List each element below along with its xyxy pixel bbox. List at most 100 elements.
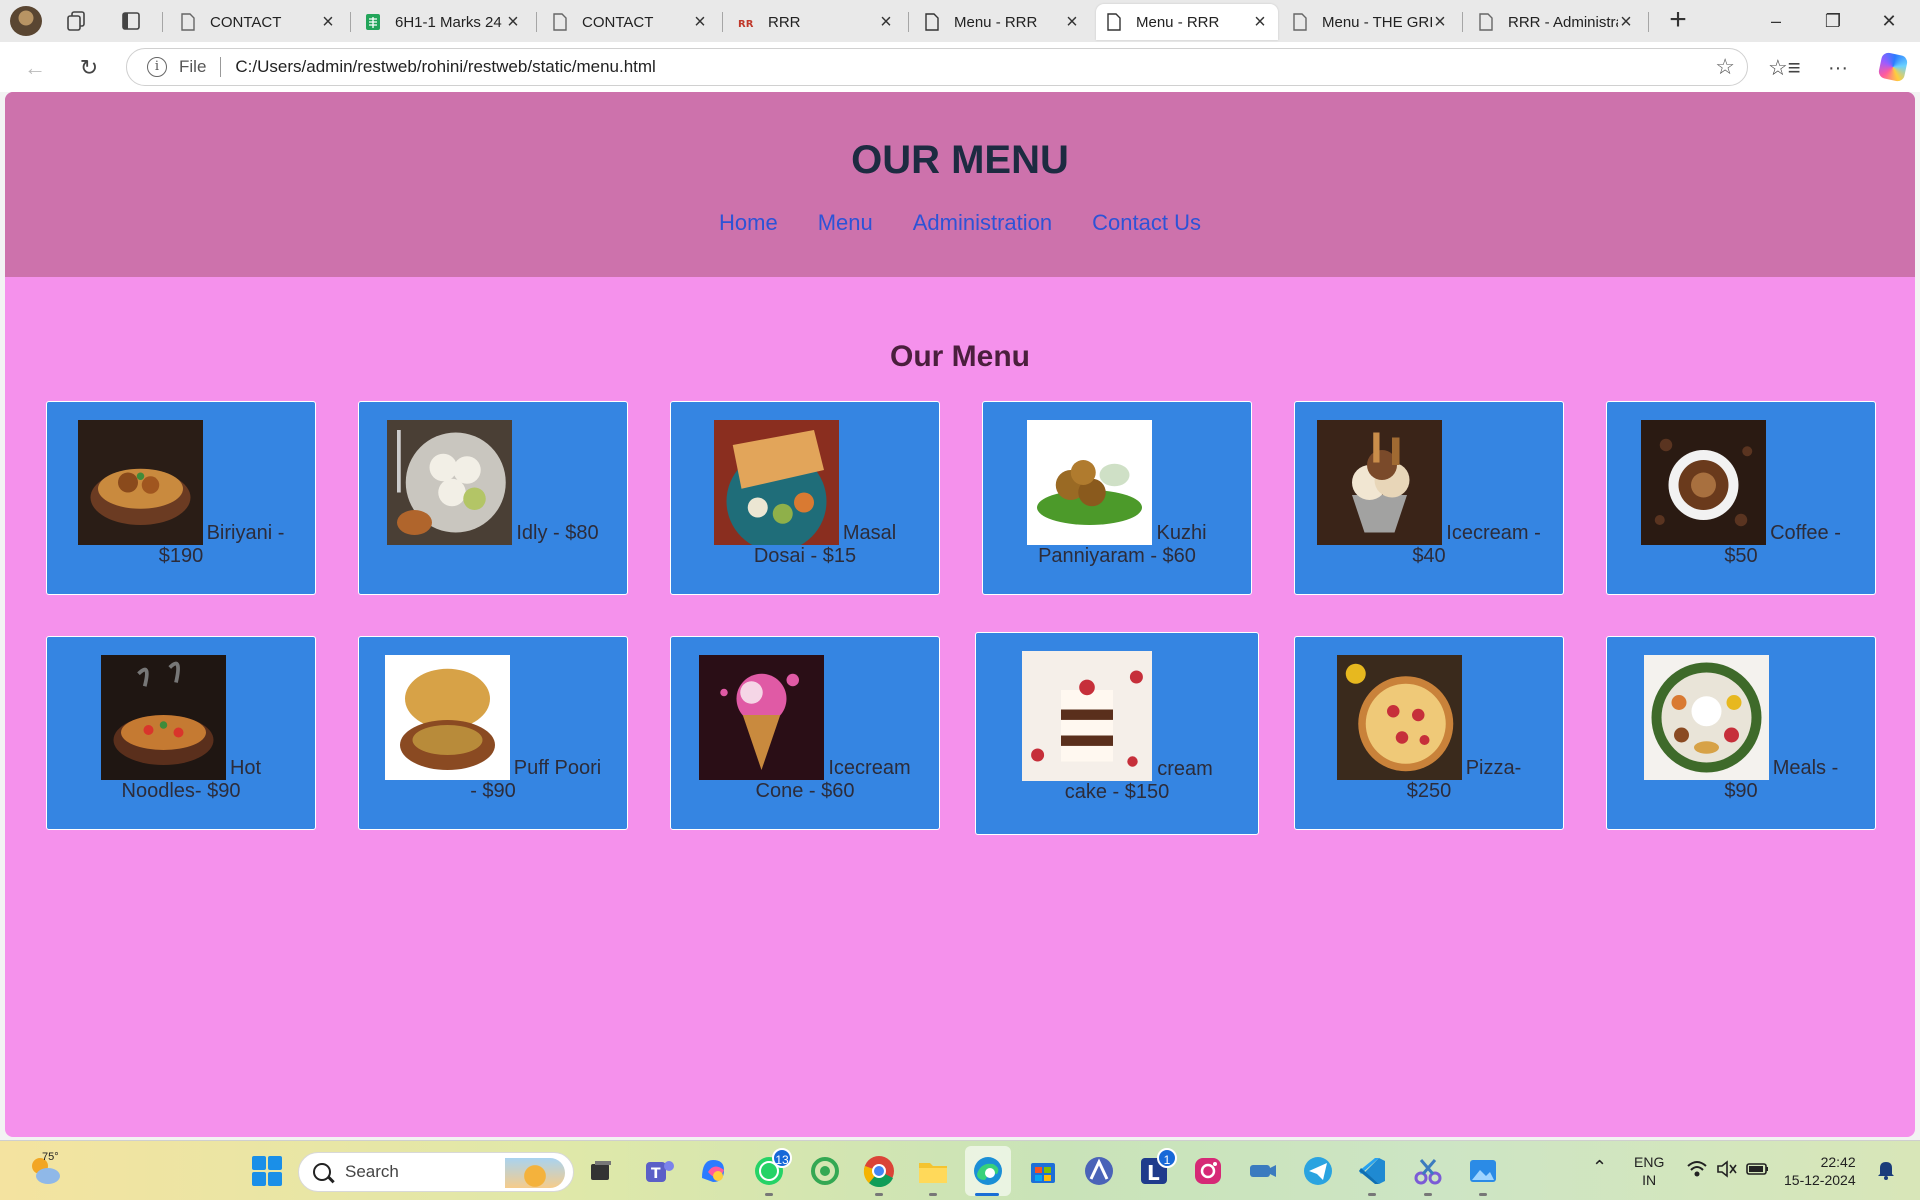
menu-item-card[interactable]: cream cake - $150 [975,632,1259,835]
minimize-button[interactable]: – [1753,6,1799,36]
cream-cake-image [1021,651,1153,781]
menu-item-card[interactable]: Coffee - $50 [1606,401,1876,595]
tab-rrr-admin[interactable]: RRR - Administra × [1468,4,1644,40]
reload-button[interactable]: ↻ [72,51,106,85]
nav-link-home[interactable]: Home [719,210,778,236]
nav-link-menu[interactable]: Menu [818,210,873,236]
menu-item-card[interactable]: Masal Dosai - $15 [670,401,940,595]
refresh-app-icon[interactable] [806,1152,844,1190]
address-bar[interactable]: i File C:/Users/admin/restweb/rohini/res… [126,48,1748,86]
tab-close-button[interactable]: × [320,12,336,32]
clock-time: 22:42 [1820,1154,1856,1170]
tab-contact-2[interactable]: CONTACT × [542,4,718,40]
menu-item-card[interactable]: Kuzhi Panniyaram - $60 [982,401,1252,595]
l-app-icon[interactable]: L 1 [1135,1148,1177,1190]
menu-item-card[interactable]: Pizza- $250 [1294,636,1564,830]
hot-noodles-image [100,655,226,780]
whatsapp-icon[interactable]: 13 [750,1148,792,1190]
tab-close-button[interactable]: × [1252,12,1268,32]
snipping-tool-icon[interactable] [1409,1152,1447,1190]
notification-bell-icon[interactable] [1876,1159,1896,1200]
telegram-icon[interactable] [1299,1152,1337,1190]
svg-text:L: L [1147,1161,1160,1185]
app-a-icon[interactable] [1080,1152,1118,1190]
file-explorer-icon[interactable] [914,1152,952,1190]
menu-item-card[interactable]: Puff Poori - $90 [358,636,628,830]
site-title: OUR MENU [851,138,1069,182]
tab-close-button[interactable]: × [505,12,521,32]
video-app-icon[interactable] [1244,1152,1282,1190]
tab-menu-rrr-1[interactable]: Menu - RRR × [914,4,1090,40]
menu-item-card[interactable]: Biriyani - $190 [46,401,316,595]
teams-icon[interactable]: T [640,1152,678,1190]
task-view-icon[interactable] [582,1152,620,1190]
sheets-icon [366,14,380,30]
browser-toolbar: ← ↻ i File C:/Users/admin/restweb/rohini… [0,42,1920,92]
search-placeholder: Search [345,1162,399,1181]
clock[interactable]: 22:42 15-12-2024 [1784,1153,1856,1200]
workspaces-icon[interactable] [64,9,90,33]
store-icon[interactable] [1024,1152,1062,1190]
tab-close-button[interactable]: × [1618,12,1634,32]
wifi-icon[interactable] [1686,1159,1708,1200]
tab-close-button[interactable]: × [692,12,708,32]
tab-title: Menu - RRR [954,13,1038,31]
meals-image [1643,655,1769,780]
tray-chevron-icon[interactable]: ⌃ [1592,1157,1607,1200]
more-options-icon[interactable]: ··· [1822,52,1854,84]
maximize-button[interactable]: ❐ [1810,6,1856,36]
tab-title: CONTACT [582,13,654,31]
menu-item-label: Idly - $80 [516,522,599,544]
chrome-icon[interactable] [860,1152,898,1190]
menu-item-card[interactable]: Icecream - $40 [1294,401,1564,595]
address-url[interactable]: C:/Users/admin/restweb/rohini/restweb/st… [235,57,1715,77]
taskbar-search[interactable]: Search [298,1152,574,1192]
menu-item-card[interactable]: Hot Noodles- $90 [46,636,316,830]
nav-link-administration[interactable]: Administration [913,210,1052,236]
tab-menu-the-grill[interactable]: Menu - THE GRI × [1282,4,1458,40]
tab-title: 6H1-1 Marks 24 [395,13,502,31]
windows-taskbar: 75° Search T 13 L 1 ⌃ ENG IN 22:42 15-12… [0,1140,1920,1200]
tab-close-button[interactable]: × [1064,12,1080,32]
address-divider [220,57,222,77]
photos-icon[interactable] [1464,1152,1502,1190]
page-icon [1293,13,1307,31]
page-viewport: OUR MENU Home Menu Administration Contac… [5,92,1915,1137]
favorites-icon[interactable]: ☆≡ [1768,52,1801,84]
running-indicator [1424,1193,1432,1196]
l-app-badge: 1 [1157,1148,1177,1168]
site-info-icon[interactable]: i [147,57,167,77]
tab-actions-icon[interactable] [118,9,144,33]
coffee-image [1641,420,1767,545]
page-icon [181,13,195,31]
vscode-icon[interactable] [1353,1152,1391,1190]
profile-avatar[interactable] [10,6,42,36]
menu-item-card[interactable]: Meals - $90 [1606,636,1876,830]
site-header: OUR MENU Home Menu Administration Contac… [5,92,1915,277]
nav-link-contact-us[interactable]: Contact Us [1092,210,1201,236]
menu-item-card[interactable]: Idly - $80 [358,401,628,595]
instagram-icon[interactable] [1189,1152,1227,1190]
favorite-star-icon[interactable]: ☆ [1715,54,1735,80]
tab-menu-rrr-active[interactable]: Menu - RRR × [1096,4,1278,40]
tab-contact-1[interactable]: CONTACT × [170,4,346,40]
start-button[interactable] [252,1156,282,1186]
menu-item-card[interactable]: Icecream Cone - $60 [670,636,940,830]
language-indicator[interactable]: ENG IN [1634,1153,1664,1200]
back-button[interactable]: ← [18,51,52,85]
battery-icon[interactable] [1746,1159,1770,1200]
address-scheme: File [179,57,207,76]
running-indicator [1368,1193,1376,1196]
idly-image [387,420,513,545]
volume-muted-icon[interactable] [1716,1159,1738,1200]
edge-icon[interactable] [969,1152,1007,1190]
active-indicator [975,1193,999,1196]
tab-rrr[interactable]: RR RRR × [728,4,904,40]
new-tab-button[interactable]: + [1663,5,1693,36]
tab-close-button[interactable]: × [1432,12,1448,32]
tab-close-button[interactable]: × [878,12,894,32]
close-window-button[interactable]: ✕ [1866,6,1912,36]
tab-marks-sheet[interactable]: 6H1-1 Marks 24 × [355,4,531,40]
copilot-app-icon[interactable] [694,1152,732,1190]
tab-title: CONTACT [210,13,282,31]
